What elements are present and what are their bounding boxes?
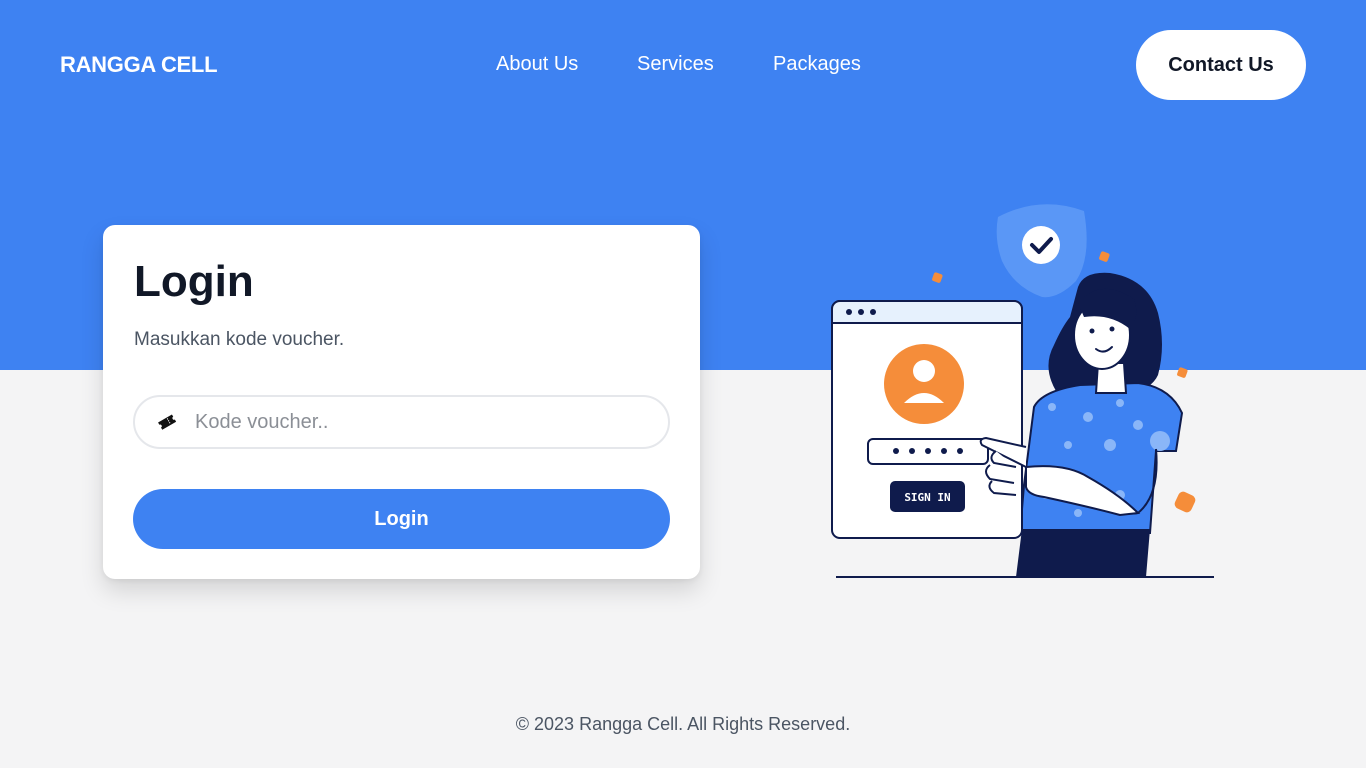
contact-us-button[interactable]: Contact Us [1136,30,1306,100]
voucher-input[interactable] [195,397,668,447]
brand-logo[interactable]: RANGGA CELL [60,52,218,78]
ticket-icon [157,412,177,432]
login-title: Login [134,257,254,306]
sign-in-label: SIGN IN [904,491,950,504]
navbar: RANGGA CELL About Us Services Packages C… [0,0,1366,130]
login-subtitle: Masukkan kode voucher. [134,329,345,350]
nav-about-us[interactable]: About Us [496,53,578,76]
voucher-field [133,395,670,449]
nav-packages[interactable]: Packages [773,53,861,76]
login-illustration: SIGN IN [820,195,1230,585]
footer-copyright: © 2023 Rangga Cell. All Rights Reserved. [515,714,851,734]
login-card: Login Masukkan kode voucher. Login [103,225,700,579]
nav-services[interactable]: Services [637,53,714,76]
login-button[interactable]: Login [133,489,670,549]
